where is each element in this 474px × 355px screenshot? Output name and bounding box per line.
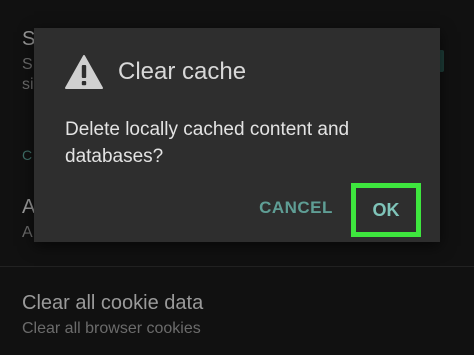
section-header: C: [22, 147, 33, 163]
dialog-message: Delete locally cached content and databa…: [65, 119, 350, 167]
clear-cookie-data-subtitle: Clear all browser cookies: [22, 320, 201, 337]
dialog-header: Clear cache: [64, 52, 246, 92]
settings-item-subtitle: A: [22, 224, 33, 241]
settings-item-subtitle-2: si: [22, 76, 34, 93]
settings-item-subtitle: S: [22, 56, 33, 73]
clear-cache-dialog: Clear cache Delete locally cached conten…: [34, 28, 440, 242]
dialog-title: Clear cache: [118, 58, 247, 85]
cancel-button[interactable]: CANCEL: [244, 190, 348, 226]
divider: [0, 266, 474, 267]
warning-icon: [65, 55, 103, 89]
clear-cookie-data-item[interactable]: Clear all cookie data Clear all browser …: [0, 280, 474, 355]
ok-button[interactable]: OK: [356, 188, 416, 232]
clear-cookie-data-title: Clear all cookie data: [22, 292, 204, 314]
